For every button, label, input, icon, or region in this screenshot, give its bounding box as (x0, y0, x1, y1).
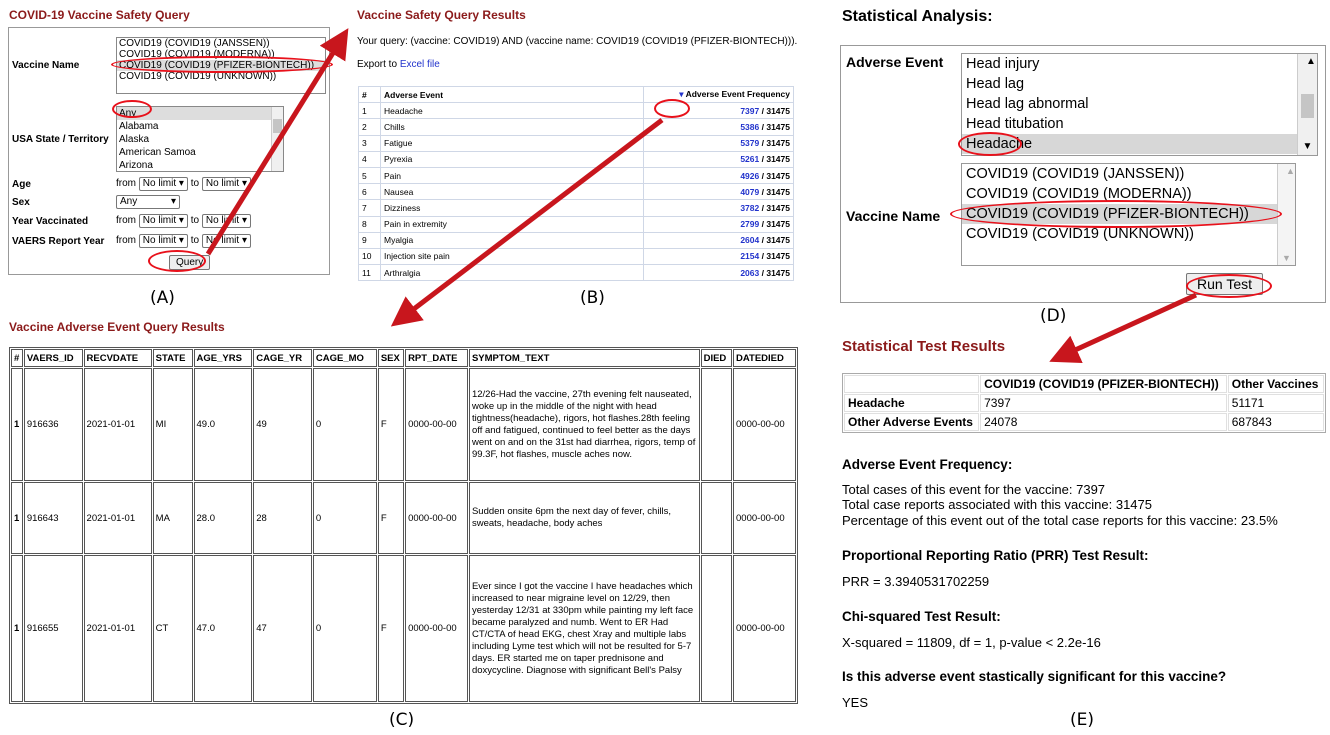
arrow-d-to-e (1049, 292, 1198, 364)
annotation-arrows (205, 28, 1198, 364)
arrow-a-to-b (205, 28, 349, 256)
arrow-b-to-c (390, 118, 664, 327)
